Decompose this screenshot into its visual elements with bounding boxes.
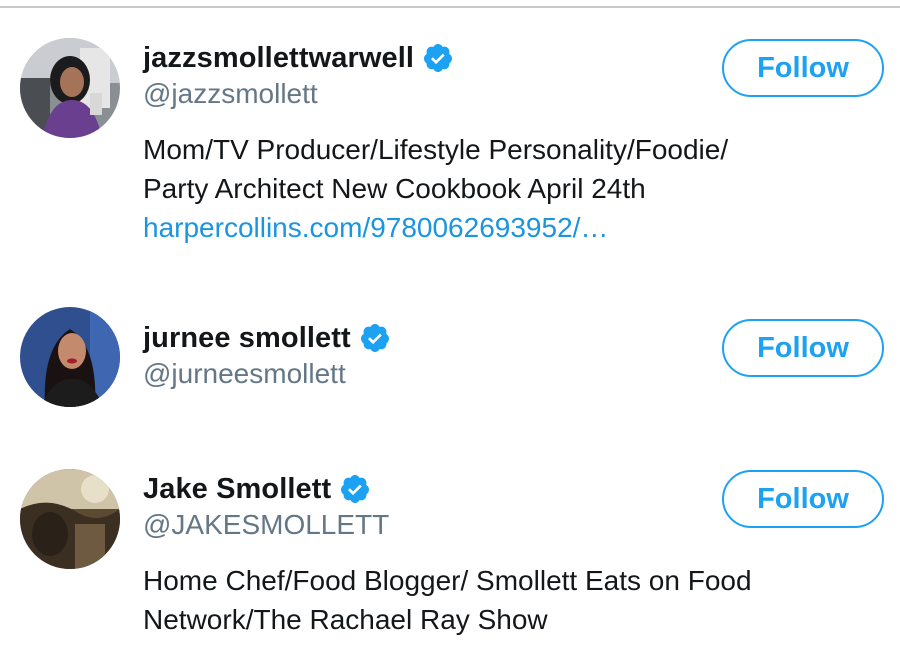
avatar[interactable] [20,38,120,138]
bio-link[interactable]: harpercollins.com/9780062693952/… [143,208,728,247]
top-divider [0,6,900,8]
follow-button[interactable]: Follow [722,319,884,377]
display-name[interactable]: Jake Smollett [143,473,331,506]
user-handle: @JAKESMOLLETT [143,509,390,540]
verified-badge-icon [339,473,371,505]
follow-button[interactable]: Follow [722,470,884,528]
user-bio: Home Chef/Food Blogger/ Smollett Eats on… [143,561,752,639]
avatar[interactable] [20,307,120,407]
follow-button[interactable]: Follow [722,39,884,97]
user-bio: Mom/TV Producer/Lifestyle Personality/Fo… [143,130,728,247]
bio-line: Mom/TV Producer/Lifestyle Personality/Fo… [143,134,729,165]
bio-line: Home Chef/Food Blogger/ Smollett Eats on… [143,565,752,596]
verified-badge-icon [359,322,391,354]
bio-line: Network/The Rachael Ray Show [143,604,548,635]
display-name[interactable]: jurnee smollett [143,322,351,355]
display-name[interactable]: jazzsmollettwarwell [143,42,414,75]
bio-line: Party Architect New Cookbook April 24th [143,173,646,204]
avatar[interactable] [20,469,120,569]
verified-badge-icon [422,42,454,74]
user-handle: @jurneesmollett [143,358,346,389]
user-handle: @jazzsmollett [143,78,318,109]
